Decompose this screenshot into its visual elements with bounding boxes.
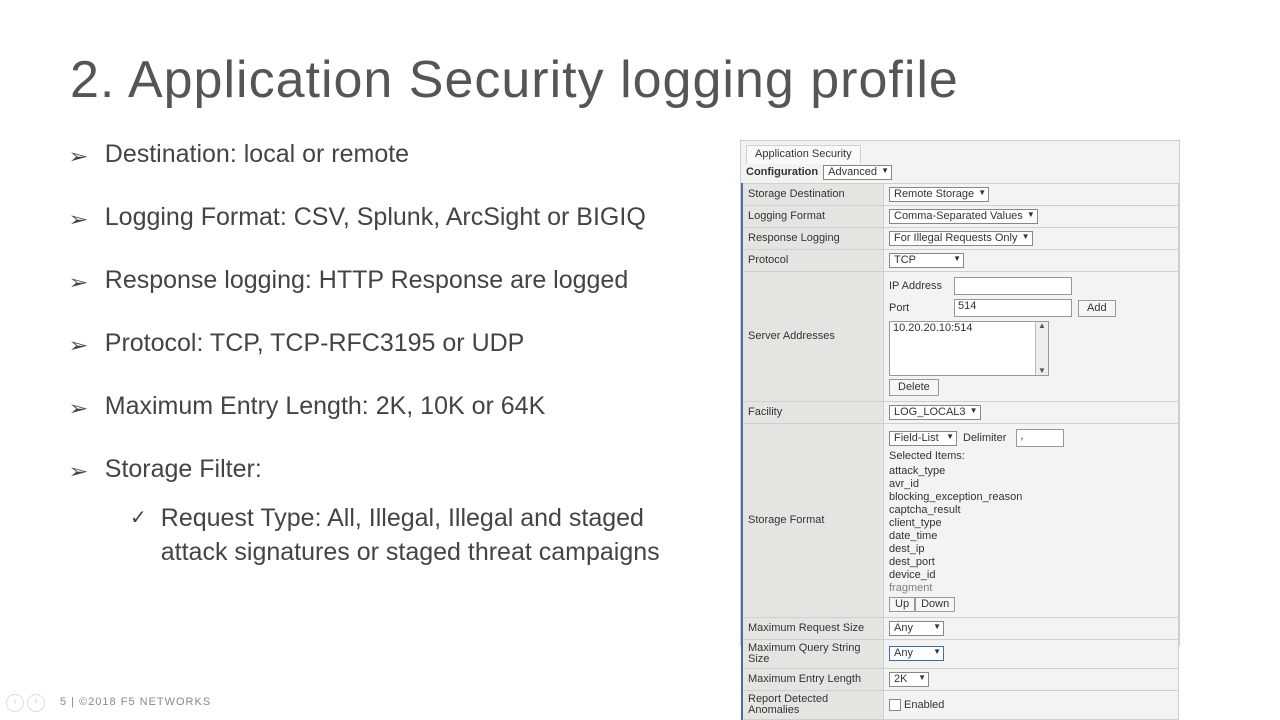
max-request-size-select[interactable]: Any bbox=[889, 621, 944, 636]
bullet-icon: ➢ bbox=[68, 207, 88, 232]
list-item[interactable]: blocking_exception_reason bbox=[889, 490, 1173, 503]
slide-title: 2. Application Security logging profile bbox=[70, 50, 1210, 110]
bullet-icon: ➢ bbox=[68, 459, 88, 484]
bullet-text: Logging Format: CSV, Splunk, ArcSight or… bbox=[105, 203, 646, 232]
ip-address-label: IP Address bbox=[889, 281, 944, 292]
max-query-size-label: Maximum Query String Size bbox=[742, 639, 884, 668]
config-panel: Application Security Configuration Advan… bbox=[740, 140, 1180, 646]
list-item[interactable]: date_time bbox=[889, 529, 1173, 542]
bullet-text: Destination: local or remote bbox=[105, 140, 409, 169]
anomalies-label: Report Detected Anomalies bbox=[742, 690, 884, 719]
protocol-label: Protocol bbox=[742, 250, 884, 272]
max-entry-length-select[interactable]: 2K bbox=[889, 672, 929, 687]
ip-address-input[interactable] bbox=[954, 277, 1072, 295]
max-entry-length-label: Maximum Entry Length bbox=[742, 668, 884, 690]
bullet-text: Protocol: TCP, TCP-RFC3195 or UDP bbox=[105, 329, 525, 358]
response-logging-label: Response Logging bbox=[742, 228, 884, 250]
bullet: ➢ Destination: local or remote bbox=[70, 140, 710, 169]
storage-destination-select[interactable]: Remote Storage bbox=[889, 187, 989, 202]
storage-format-mode-select[interactable]: Field-List bbox=[889, 431, 957, 446]
storage-format-label: Storage Format bbox=[742, 424, 884, 618]
facility-select[interactable]: LOG_LOCAL3 bbox=[889, 405, 981, 420]
list-item[interactable]: avr_id bbox=[889, 477, 1173, 490]
delimiter-input[interactable]: , bbox=[1016, 429, 1064, 447]
delimiter-label: Delimiter bbox=[963, 433, 1006, 444]
bullet: ➢ Maximum Entry Length: 2K, 10K or 64K bbox=[70, 392, 710, 421]
scrollbar[interactable] bbox=[1035, 322, 1048, 375]
bullet-text: Storage Filter: bbox=[105, 455, 262, 484]
configuration-label: Configuration bbox=[746, 167, 818, 178]
sub-bullet: ✓ Request Type: All, Illegal, Illegal and… bbox=[130, 502, 710, 570]
server-address-entry[interactable]: 10.20.20.10:514 bbox=[893, 323, 1045, 334]
bullet-icon: ➢ bbox=[68, 333, 88, 358]
logging-format-label: Logging Format bbox=[742, 206, 884, 228]
bullet-icon: ➢ bbox=[68, 144, 88, 169]
add-button[interactable]: Add bbox=[1078, 300, 1116, 317]
list-item[interactable]: client_type bbox=[889, 516, 1173, 529]
bullet: ➢ Storage Filter: bbox=[70, 455, 710, 484]
slide-nav: ‹ › bbox=[6, 694, 45, 712]
list-item[interactable]: dest_port bbox=[889, 556, 1173, 569]
list-item[interactable]: dest_ip bbox=[889, 543, 1173, 556]
bullet: ➢ Response logging: HTTP Response are log… bbox=[70, 266, 710, 295]
up-button[interactable]: Up bbox=[889, 597, 915, 612]
port-label: Port bbox=[889, 303, 944, 314]
prev-slide-icon[interactable]: ‹ bbox=[6, 694, 24, 712]
server-addresses-list[interactable]: 10.20.20.10:514 bbox=[889, 321, 1049, 376]
facility-label: Facility bbox=[742, 402, 884, 424]
list-item[interactable]: captcha_result bbox=[889, 503, 1173, 516]
delete-button[interactable]: Delete bbox=[889, 379, 939, 396]
footer-text: 5 | ©2018 F5 NETWORKS bbox=[60, 696, 211, 708]
protocol-select[interactable]: TCP bbox=[889, 253, 964, 268]
max-request-size-label: Maximum Request Size bbox=[742, 617, 884, 639]
list-item[interactable]: device_id bbox=[889, 569, 1173, 582]
configuration-select[interactable]: Advanced bbox=[823, 165, 892, 180]
anomalies-checkbox[interactable] bbox=[889, 699, 901, 711]
bullet-icon: ➢ bbox=[68, 270, 88, 295]
tab-application-security[interactable]: Application Security bbox=[746, 145, 861, 164]
logging-format-select[interactable]: Comma-Separated Values bbox=[889, 209, 1038, 224]
list-item[interactable]: attack_type bbox=[889, 464, 1173, 477]
sub-bullet-text: Request Type: All, Illegal, Illegal and … bbox=[161, 502, 710, 570]
selected-items-list[interactable]: attack_type avr_id blocking_exception_re… bbox=[889, 464, 1173, 595]
check-icon: ✓ bbox=[130, 505, 147, 532]
max-query-size-select[interactable]: Any bbox=[889, 646, 944, 661]
bullet-list: ➢ Destination: local or remote ➢ Logging F… bbox=[70, 140, 710, 646]
bullet: ➢ Logging Format: CSV, Splunk, ArcSight o… bbox=[70, 203, 710, 232]
response-logging-select[interactable]: For Illegal Requests Only bbox=[889, 231, 1033, 246]
bullet-text: Maximum Entry Length: 2K, 10K or 64K bbox=[105, 392, 546, 421]
bullet: ➢ Protocol: TCP, TCP-RFC3195 or UDP bbox=[70, 329, 710, 358]
bullet-text: Response logging: HTTP Response are logg… bbox=[105, 266, 628, 295]
server-addresses-label: Server Addresses bbox=[742, 272, 884, 402]
anomalies-checkbox-label: Enabled bbox=[904, 699, 944, 711]
port-input[interactable]: 514 bbox=[954, 299, 1072, 317]
next-slide-icon[interactable]: › bbox=[27, 694, 45, 712]
selected-items-label: Selected Items: bbox=[889, 451, 1169, 462]
list-item[interactable]: fragment bbox=[889, 582, 1173, 595]
bullet-icon: ➢ bbox=[68, 396, 88, 421]
storage-destination-label: Storage Destination bbox=[742, 184, 884, 206]
down-button[interactable]: Down bbox=[915, 597, 955, 612]
